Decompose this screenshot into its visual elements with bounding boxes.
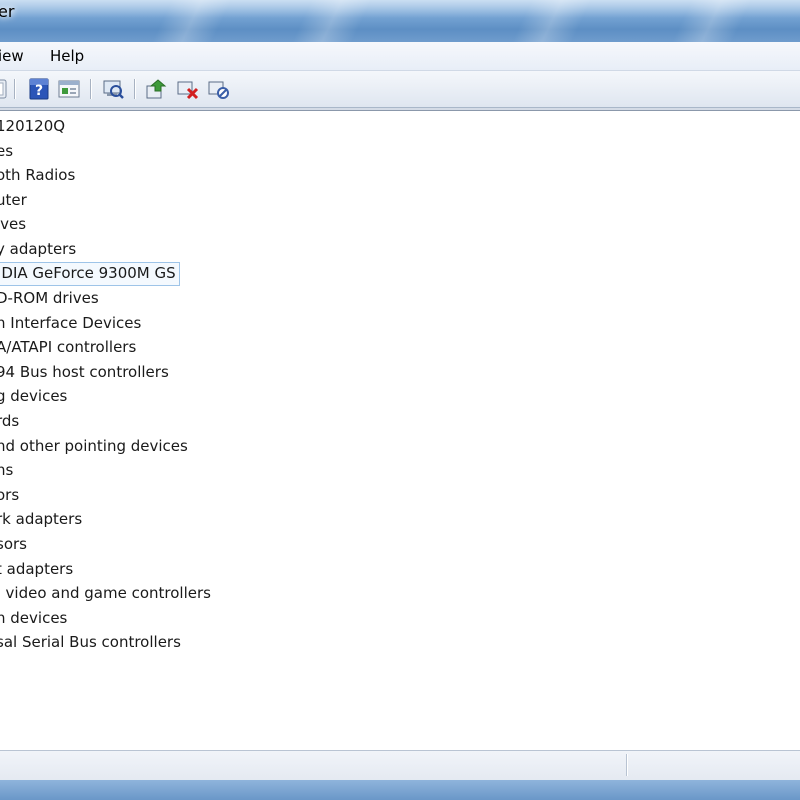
properties-icon[interactable] <box>57 77 81 101</box>
tree-item[interactable]: y adapters <box>0 238 76 260</box>
update-driver-icon[interactable] <box>144 77 168 101</box>
disable-icon[interactable] <box>207 77 231 101</box>
tree-item[interactable]: D-ROM drives <box>0 287 99 309</box>
toolbar-separator <box>90 79 91 99</box>
svg-text:?: ? <box>35 83 43 99</box>
tree-item[interactable]: n Interface Devices <box>0 312 141 334</box>
tree-item[interactable]: rds <box>0 410 19 432</box>
title-bar-gloss <box>0 0 800 18</box>
tree-item[interactable]: ns <box>0 459 13 481</box>
device-manager-window: er iew Help ? 120120Q s oth Radios ter v… <box>0 0 800 800</box>
help-icon[interactable]: ? <box>27 77 51 101</box>
tree-item[interactable]: sors <box>0 533 27 555</box>
menu-view[interactable]: iew <box>0 47 24 65</box>
tree-item[interactable]: nd other pointing devices <box>0 435 188 457</box>
tree-item[interactable]: 94 Bus host controllers <box>0 361 169 383</box>
tree-item-selected-display-adapter[interactable]: IDIA GeForce 9300M GS <box>0 262 180 286</box>
title-bar[interactable]: er <box>0 0 800 42</box>
tree-item[interactable]: , video and game controllers <box>0 582 211 604</box>
tree-item-computer-name[interactable]: 120120Q <box>0 115 65 137</box>
uninstall-icon[interactable] <box>176 77 200 101</box>
tree-item[interactable]: sal Serial Bus controllers <box>0 631 181 653</box>
device-tree[interactable]: 120120Q es oth Radios uter ives y adapte… <box>0 110 800 751</box>
menu-help[interactable]: Help <box>50 47 84 65</box>
status-bar <box>0 750 800 781</box>
toolbar-separator <box>134 79 135 99</box>
window-bottom-frame <box>0 780 800 800</box>
toolbar-separator <box>14 79 15 99</box>
tree-item[interactable]: ors <box>0 484 19 506</box>
tree-item[interactable]: uter <box>0 189 27 211</box>
scan-hardware-icon[interactable] <box>101 77 125 101</box>
tree-item[interactable]: oth Radios <box>0 164 75 186</box>
tree-item[interactable]: g devices <box>0 385 67 407</box>
tree-item[interactable]: rk adapters <box>0 508 82 530</box>
tree-item[interactable]: A/ATAPI controllers <box>0 336 136 358</box>
back-icon[interactable] <box>0 77 10 101</box>
window-title: er <box>0 2 15 21</box>
tree-item[interactable]: ives <box>0 213 26 235</box>
toolbar: ? <box>0 71 800 108</box>
tree-item[interactable]: t adapters <box>0 558 73 580</box>
menu-bar: iew Help <box>0 42 800 71</box>
tree-item[interactable]: es <box>0 140 13 162</box>
tree-item[interactable]: n devices <box>0 607 67 629</box>
status-pane <box>626 754 800 776</box>
